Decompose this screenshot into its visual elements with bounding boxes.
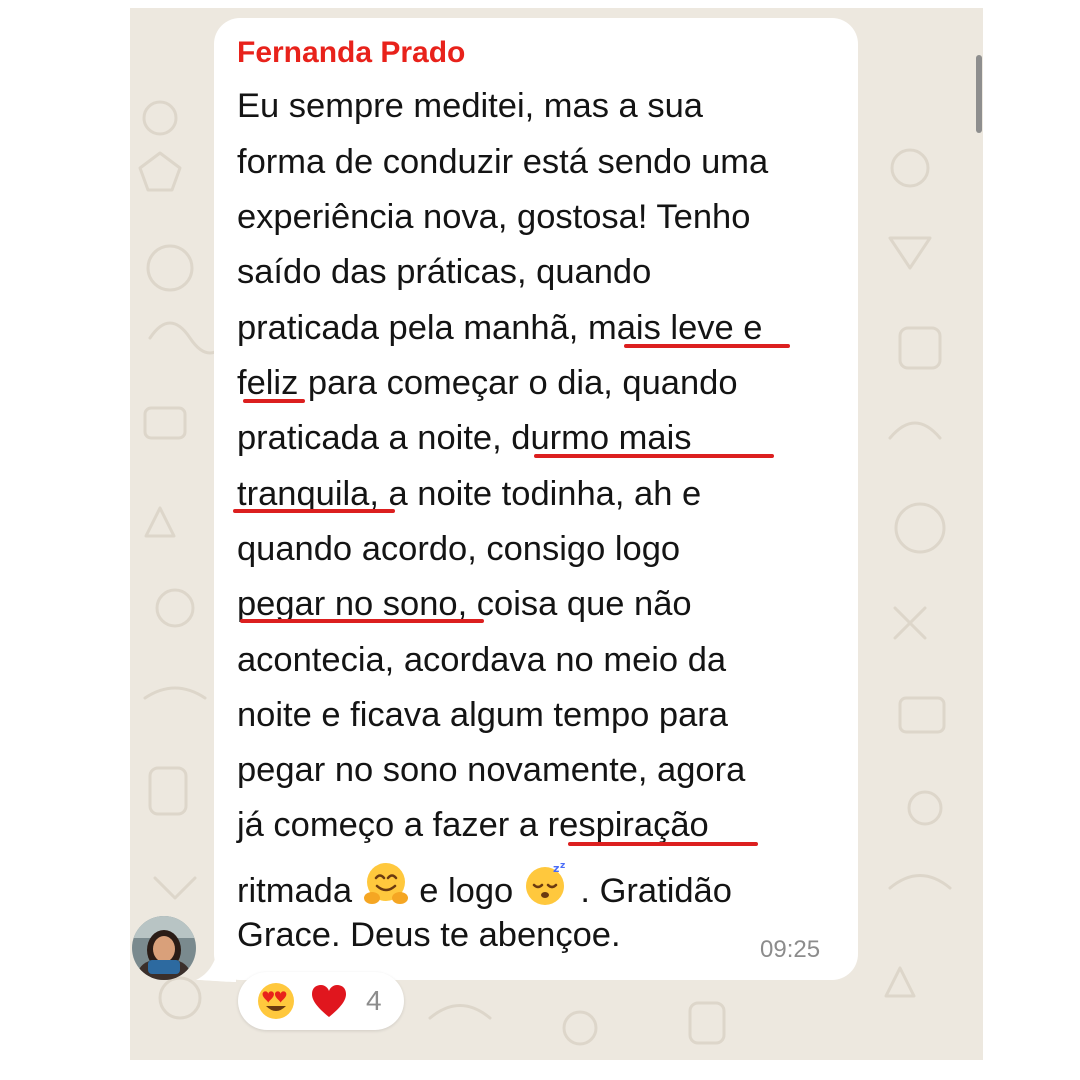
profile-photo bbox=[132, 916, 196, 980]
message-line: experiência nova, gostosa! Tenho bbox=[237, 198, 751, 236]
message-line: pegar no sono, coisa que não bbox=[237, 585, 692, 623]
message-timestamp: 09:25 bbox=[760, 936, 821, 963]
message-line: pegar no sono novamente, agora bbox=[237, 751, 746, 789]
svg-text:z: z bbox=[560, 861, 565, 871]
reactions-pill[interactable]: 4 bbox=[238, 972, 404, 1030]
highlight-underline bbox=[624, 344, 790, 348]
message-line: Eu sempre meditei, mas a sua bbox=[237, 87, 703, 125]
hugging-face-emoji bbox=[363, 863, 408, 904]
message-line: noite e ficava algum tempo para bbox=[237, 696, 728, 734]
message-text: e logo bbox=[419, 872, 514, 910]
highlight-underline bbox=[568, 842, 758, 846]
message-line: praticada pela manhã, mais leve e bbox=[237, 309, 763, 347]
sleeping-face-emoji: z z bbox=[525, 861, 565, 905]
scrollbar[interactable] bbox=[976, 55, 982, 133]
message-line: forma de conduzir está sendo uma bbox=[237, 143, 769, 181]
message-line: quando acordo, consigo logo bbox=[237, 530, 681, 568]
svg-text:z: z bbox=[553, 862, 559, 875]
message-line: Grace. Deus te abençoe. bbox=[237, 916, 621, 954]
reaction-count: 4 bbox=[366, 985, 382, 1016]
highlight-underline bbox=[240, 619, 484, 623]
message-line: já começo a fazer a respiração bbox=[237, 806, 709, 844]
highlight-underline bbox=[233, 509, 395, 513]
message-text: . Gratidão bbox=[580, 872, 732, 910]
message-text: ritmada bbox=[237, 872, 353, 910]
red-heart-emoji bbox=[312, 985, 346, 1017]
heart-eyes-emoji bbox=[258, 983, 294, 1019]
message-line: tranquila, a noite todinha, ah e bbox=[237, 475, 702, 513]
highlight-underline bbox=[243, 399, 305, 403]
message-line-with-emojis: ritmada e logo z z . Gratidão bbox=[237, 860, 732, 911]
avatar[interactable] bbox=[132, 916, 196, 980]
sender-name[interactable]: Fernanda Prado bbox=[237, 36, 465, 70]
message-line: saído das práticas, quando bbox=[237, 253, 652, 291]
highlight-underline bbox=[534, 454, 774, 458]
message-line: praticada a noite, durmo mais bbox=[237, 419, 692, 457]
message-line: feliz para começar o dia, quando bbox=[237, 364, 738, 402]
message-line: acontecia, acordava no meio da bbox=[237, 641, 727, 679]
